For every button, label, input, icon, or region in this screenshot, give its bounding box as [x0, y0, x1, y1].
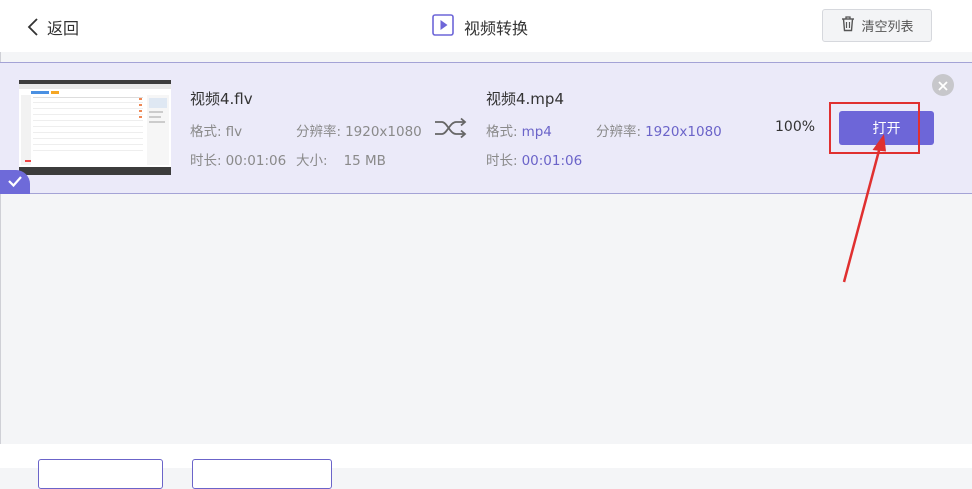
target-resolution[interactable]: 分辨率: 1920x1080: [596, 120, 722, 140]
target-format-value: mp4: [521, 124, 552, 140]
source-format-value: flv: [225, 124, 243, 140]
shuffle-icon: [434, 117, 468, 143]
target-duration-label: 时长:: [486, 153, 518, 169]
target-filename: 视频4.mp4: [486, 90, 564, 108]
target-duration: 时长: 00:01:06: [486, 149, 582, 169]
open-button-label: 打开: [872, 121, 901, 137]
trash-icon: [840, 15, 856, 36]
back-label: 返回: [47, 19, 80, 38]
source-size-label: 大小:: [296, 153, 328, 169]
source-format-label: 格式:: [190, 124, 222, 140]
source-resolution: 分辨率: 1920x1080: [296, 120, 422, 140]
remove-item-button[interactable]: [932, 74, 954, 96]
source-format: 格式: flv: [190, 120, 242, 140]
clear-list-label: 清空列表: [861, 20, 914, 35]
target-format-label: 格式:: [486, 124, 518, 140]
footer-bar: [0, 444, 972, 489]
back-button[interactable]: 返回: [27, 14, 79, 40]
play-icon: [432, 14, 454, 40]
target-format[interactable]: 格式: mp4: [486, 120, 552, 140]
open-button[interactable]: 打开: [839, 111, 934, 145]
source-resolution-label: 分辨率:: [296, 124, 342, 140]
target-duration-value: 00:01:06: [521, 153, 583, 169]
footer-button-left[interactable]: [38, 459, 163, 489]
list-item[interactable]: 视频4.flv 格式: flv 分辨率: 1920x1080 时长: 00:01:06…: [0, 62, 972, 194]
target-resolution-value: 1920x1080: [645, 124, 722, 140]
close-icon: [938, 76, 948, 95]
source-size: 大小: 15 MB: [296, 149, 386, 169]
clear-list-button[interactable]: 清空列表: [822, 9, 932, 42]
chevron-left-icon: [27, 17, 39, 37]
source-duration: 时长: 00:01:06: [190, 149, 286, 169]
page-title-label: 视频转换: [464, 19, 529, 38]
target-resolution-label: 分辨率:: [596, 124, 642, 140]
checkmark-icon: [7, 173, 23, 192]
selected-checkbox[interactable]: [0, 170, 30, 194]
page-title: 视频转换: [432, 14, 528, 40]
video-thumbnail: [19, 80, 171, 175]
source-duration-label: 时长:: [190, 153, 222, 169]
footer-button-right[interactable]: [192, 459, 332, 489]
source-resolution-value: 1920x1080: [345, 124, 422, 140]
source-duration-value: 00:01:06: [225, 153, 287, 169]
source-filename: 视频4.flv: [190, 90, 253, 108]
progress-percent: 100%: [775, 119, 816, 135]
header-bar: 返回 视频转换 清空列表: [0, 0, 972, 52]
source-size-value: 15 MB: [343, 153, 386, 169]
